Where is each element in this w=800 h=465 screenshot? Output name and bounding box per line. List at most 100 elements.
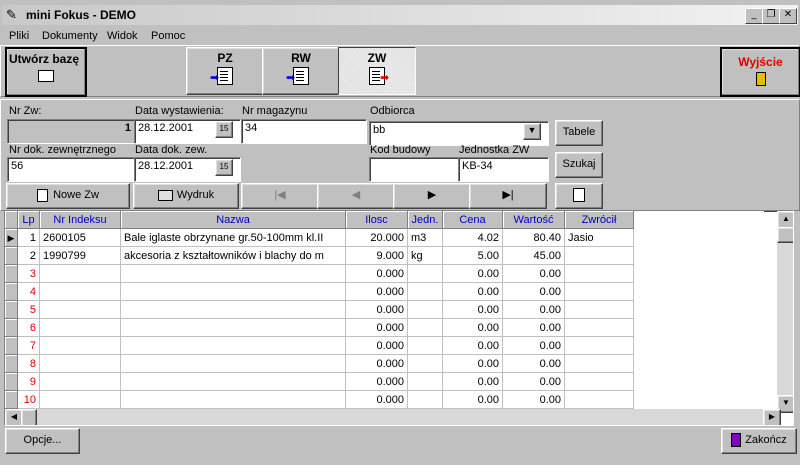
tables-button[interactable]: Tabele (555, 120, 603, 146)
cell-price[interactable]: 0.00 (442, 372, 503, 391)
cell-returned-by[interactable] (564, 318, 634, 337)
cell-unit[interactable] (407, 372, 443, 391)
current-row-indicator-icon[interactable]: ▶ (5, 228, 18, 247)
cell-index[interactable] (39, 318, 121, 337)
close-button[interactable]: ✕ (779, 8, 797, 24)
cell-name[interactable] (120, 336, 346, 355)
cell-quantity[interactable]: 0.000 (345, 300, 408, 319)
row-indicator[interactable] (5, 336, 18, 355)
cell-unit[interactable]: m3 (407, 228, 443, 247)
cell-returned-by[interactable] (564, 336, 634, 355)
cell-lp[interactable]: 6 (17, 318, 40, 337)
column-header[interactable]: Jedn. (407, 211, 443, 229)
construction-code-field[interactable] (369, 157, 461, 182)
external-doc-number-field[interactable]: 56 (7, 157, 135, 182)
cell-unit[interactable] (407, 300, 443, 319)
table-row[interactable]: 10 0.000 0.00 0.00 (5, 390, 764, 409)
cell-name[interactable]: akcesoria z kształtowników i blachy do m (120, 246, 346, 265)
scroll-right-icon[interactable]: ▶ (763, 409, 781, 425)
cell-value[interactable]: 0.00 (502, 372, 565, 391)
finish-button[interactable]: Zakończ (721, 428, 797, 454)
cell-lp[interactable]: 2 (17, 246, 40, 265)
cell-index[interactable]: 1990799 (39, 246, 121, 265)
cell-quantity[interactable]: 0.000 (345, 390, 408, 409)
cell-returned-by[interactable] (564, 372, 634, 391)
horizontal-scrollbar[interactable]: ◀ ▶ (5, 409, 781, 425)
new-zw-button[interactable]: Nowe Zw (6, 183, 130, 209)
cell-quantity[interactable]: 0.000 (345, 336, 408, 355)
column-header[interactable]: Nr Indeksu (39, 211, 121, 229)
table-row[interactable]: 7 0.000 0.00 0.00 (5, 336, 764, 355)
cell-index[interactable] (39, 372, 121, 391)
cell-lp[interactable]: 1 (17, 228, 40, 247)
cell-price[interactable]: 4.02 (442, 228, 503, 247)
minimize-button[interactable]: _ (745, 8, 763, 24)
cell-quantity[interactable]: 0.000 (345, 354, 408, 373)
restore-button[interactable]: ❐ (762, 8, 780, 24)
table-row[interactable]: 8 0.000 0.00 0.00 (5, 354, 764, 373)
cell-name[interactable] (120, 300, 346, 319)
previous-record-button[interactable]: ◀ (317, 183, 395, 209)
cell-name[interactable] (120, 372, 346, 391)
cell-value[interactable]: 0.00 (502, 318, 565, 337)
cell-price[interactable]: 0.00 (442, 318, 503, 337)
table-row[interactable]: 9 0.000 0.00 0.00 (5, 372, 764, 391)
row-indicator[interactable] (5, 372, 18, 391)
cell-value[interactable]: 0.00 (502, 390, 565, 409)
cell-index[interactable] (39, 282, 121, 301)
menu-dokumenty[interactable]: Dokumenty (42, 28, 98, 44)
cell-lp[interactable]: 5 (17, 300, 40, 319)
cell-name[interactable] (120, 390, 346, 409)
cell-returned-by[interactable] (564, 300, 634, 319)
row-indicator[interactable] (5, 264, 18, 283)
cell-unit[interactable] (407, 354, 443, 373)
cell-unit[interactable] (407, 336, 443, 355)
column-header[interactable]: Wartość (502, 211, 565, 229)
cell-name[interactable] (120, 264, 346, 283)
cell-index[interactable]: 2600105 (39, 228, 121, 247)
next-record-button[interactable]: ▶ (393, 183, 471, 209)
cell-value[interactable]: 0.00 (502, 336, 565, 355)
cell-value[interactable]: 0.00 (502, 264, 565, 283)
column-header[interactable]: Ilosc (345, 211, 408, 229)
pz-button[interactable]: PZ ➡ (186, 47, 264, 95)
insert-row-button[interactable] (555, 183, 603, 209)
vertical-scrollbar[interactable]: ▲ ▼ (777, 211, 793, 413)
unit-zw-field[interactable]: KB-34 (458, 157, 549, 182)
table-row[interactable]: 5 0.000 0.00 0.00 (5, 300, 764, 319)
table-row[interactable]: 2 1990799 akcesoria z kształtowników i bla… (5, 246, 764, 265)
external-doc-date-calendar-icon[interactable]: 15 (215, 159, 233, 176)
cell-unit[interactable] (407, 264, 443, 283)
row-indicator[interactable] (5, 354, 18, 373)
last-record-button[interactable]: ▶| (469, 183, 547, 209)
cell-returned-by[interactable] (564, 354, 634, 373)
row-indicator[interactable] (5, 282, 18, 301)
cell-lp[interactable]: 8 (17, 354, 40, 373)
cell-index[interactable] (39, 390, 121, 409)
issue-date-calendar-icon[interactable]: 15 (215, 121, 233, 138)
cell-name[interactable] (120, 354, 346, 373)
print-button[interactable]: Wydruk (133, 183, 239, 209)
cell-returned-by[interactable] (564, 390, 634, 409)
rw-button[interactable]: RW ➡ (262, 47, 340, 95)
cell-price[interactable]: 5.00 (442, 246, 503, 265)
cell-returned-by[interactable]: Jasio (564, 228, 634, 247)
horizontal-scroll-thumb[interactable] (21, 409, 37, 425)
cell-quantity[interactable]: 0.000 (345, 282, 408, 301)
cell-name[interactable] (120, 282, 346, 301)
cell-returned-by[interactable] (564, 264, 634, 283)
cell-unit[interactable] (407, 318, 443, 337)
cell-price[interactable]: 0.00 (442, 390, 503, 409)
cell-quantity[interactable]: 0.000 (345, 318, 408, 337)
row-indicator[interactable] (5, 300, 18, 319)
cell-index[interactable] (39, 264, 121, 283)
cell-quantity[interactable]: 20.000 (345, 228, 408, 247)
cell-price[interactable]: 0.00 (442, 354, 503, 373)
column-header[interactable]: Nazwa (120, 211, 346, 229)
cell-index[interactable] (39, 354, 121, 373)
cell-value[interactable]: 0.00 (502, 300, 565, 319)
cell-lp[interactable]: 7 (17, 336, 40, 355)
cell-price[interactable]: 0.00 (442, 336, 503, 355)
cell-lp[interactable]: 4 (17, 282, 40, 301)
cell-unit[interactable] (407, 390, 443, 409)
